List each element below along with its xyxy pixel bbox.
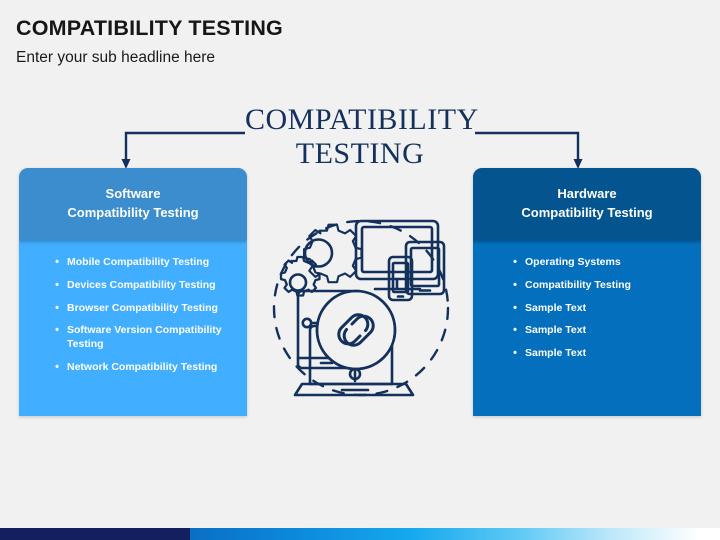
bullet-icon: • xyxy=(55,360,59,373)
page-title: COMPATIBILITY TESTING xyxy=(16,16,283,40)
list-item-label: Software Version Compatibility Testing xyxy=(67,324,222,350)
page-subtitle: Enter your sub headline here xyxy=(16,49,216,66)
list-item-label: Devices Compatibility Testing xyxy=(67,278,216,291)
panel-hardware-header: Hardware Compatibility Testing xyxy=(473,168,701,240)
list-item[interactable]: • Compatibility Testing xyxy=(509,279,691,293)
panel-software[interactable]: Software Compatibility Testing • Mobile C… xyxy=(19,168,247,416)
bullet-icon: • xyxy=(513,324,517,337)
panel-software-title-line2: Compatibility Testing xyxy=(67,205,199,220)
center-diagram-title: COMPATIBILITY TESTING xyxy=(245,103,478,171)
list-item-label: Sample Text xyxy=(525,301,587,314)
gears-icon xyxy=(279,223,363,297)
list-item[interactable]: • Mobile Compatibility Testing xyxy=(51,256,237,270)
list-item[interactable]: • Sample Text xyxy=(509,324,691,338)
list-item[interactable]: • Software Version Compatibility Testing xyxy=(51,324,237,351)
list-item[interactable]: • Sample Text xyxy=(509,347,691,361)
connector-to-hardware-panel xyxy=(475,131,580,160)
compatibility-devices-illustration xyxy=(272,219,450,397)
center-title-line1: COMPATIBILITY xyxy=(245,103,479,136)
panel-hardware-title-line2: Compatibility Testing xyxy=(521,205,653,220)
bullet-icon: • xyxy=(513,347,517,359)
panel-software-body: • Mobile Compatibility Testing • Devices C… xyxy=(19,240,247,416)
list-item-label: Sample Text xyxy=(525,324,587,337)
software-bullet-list: • Mobile Compatibility Testing • Devices C… xyxy=(29,256,237,374)
list-item-label: Network Compatibility Testing xyxy=(67,360,218,373)
bullet-icon: • xyxy=(513,301,517,314)
hardware-bullet-list: • Operating Systems • Compatibility Testin… xyxy=(483,256,691,361)
list-item[interactable]: • Devices Compatibility Testing xyxy=(51,279,237,293)
bottom-decorative-bar xyxy=(0,528,720,540)
list-item[interactable]: • Operating Systems xyxy=(509,256,691,270)
panel-hardware[interactable]: Hardware Compatibility Testing • Operatin… xyxy=(473,168,701,416)
bottom-bar-gradient-segment xyxy=(190,528,720,540)
panel-hardware-title-line1: Hardware xyxy=(557,186,617,202)
list-item-label: Compatibility Testing xyxy=(525,278,631,291)
slide-canvas: COMPATIBILITY TESTING Enter your sub hea… xyxy=(0,0,720,540)
bullet-icon: • xyxy=(55,324,59,337)
bottom-bar-navy-segment xyxy=(0,528,190,540)
list-item[interactable]: • Network Compatibility Testing xyxy=(51,361,237,375)
panel-software-header: Software Compatibility Testing xyxy=(19,168,247,240)
list-item-label: Sample Text xyxy=(525,347,587,359)
list-item-label: Browser Compatibility Testing xyxy=(67,301,218,314)
bullet-icon: • xyxy=(513,278,517,291)
list-item-label: Operating Systems xyxy=(525,256,621,268)
chain-link-icon xyxy=(315,289,397,371)
bullet-icon: • xyxy=(513,256,517,268)
bullet-icon: • xyxy=(55,278,59,291)
bullet-icon: • xyxy=(55,301,59,314)
list-item-label: Mobile Compatibility Testing xyxy=(67,256,210,268)
monitor-icon xyxy=(354,219,440,291)
bullet-icon: • xyxy=(55,256,59,268)
panel-hardware-body: • Operating Systems • Compatibility Testin… xyxy=(473,240,701,416)
list-item[interactable]: • Sample Text xyxy=(509,302,691,316)
list-item[interactable]: • Browser Compatibility Testing xyxy=(51,302,237,316)
center-title-line2: TESTING xyxy=(295,136,425,170)
connector-to-software-panel xyxy=(124,131,245,160)
panel-software-title-line1: Software xyxy=(105,186,161,202)
